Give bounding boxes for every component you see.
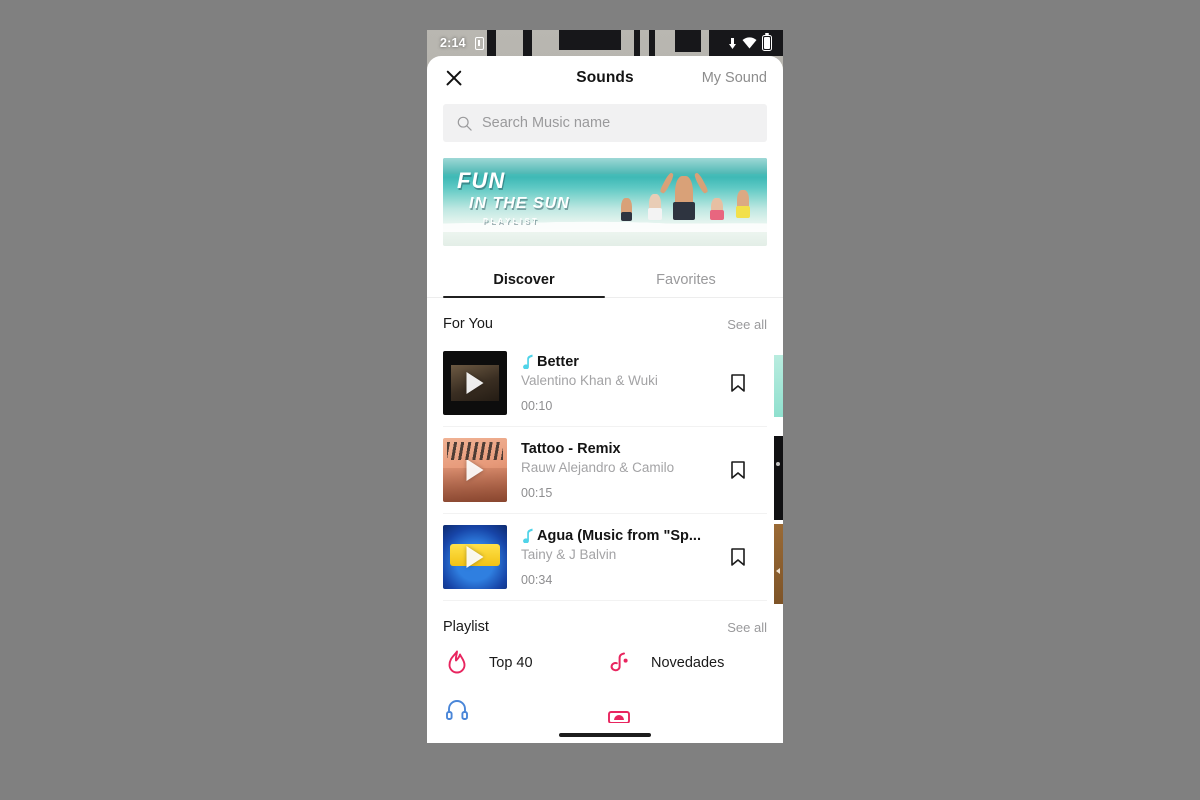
flame-icon bbox=[448, 650, 466, 674]
video-icon bbox=[608, 711, 630, 723]
playlist-item-label: Top 40 bbox=[489, 655, 533, 671]
song-title: Better bbox=[537, 353, 579, 370]
album-art[interactable] bbox=[443, 438, 507, 502]
status-bar-right bbox=[728, 35, 772, 51]
status-clock: 2:14 bbox=[440, 36, 466, 50]
play-icon bbox=[466, 372, 484, 394]
song-duration: 00:10 bbox=[521, 398, 553, 413]
song-artist: Valentino Khan & Wuki bbox=[521, 372, 658, 388]
music-note-icon bbox=[523, 354, 533, 369]
data-transfer-icon bbox=[729, 37, 736, 49]
playlist-item-label: Novedades bbox=[651, 655, 725, 671]
search-icon bbox=[457, 116, 472, 131]
banner-figure bbox=[736, 206, 750, 218]
my-sound-button[interactable]: My Sound bbox=[702, 70, 767, 86]
playlist-header: Playlist See all bbox=[443, 601, 767, 643]
play-icon bbox=[466, 459, 484, 481]
search-bar[interactable] bbox=[443, 104, 767, 142]
close-icon[interactable] bbox=[443, 67, 465, 89]
sounds-sheet: Sounds My Sound Search Music name FUN IN… bbox=[427, 56, 783, 743]
album-art[interactable] bbox=[443, 351, 507, 415]
banner-line-1: FUN bbox=[457, 168, 506, 193]
bookmark-icon[interactable] bbox=[727, 546, 749, 568]
battery-small-icon bbox=[474, 36, 484, 50]
section-title-playlist: Playlist bbox=[443, 619, 489, 635]
banner-sand bbox=[443, 232, 767, 246]
banner-container: FUN IN THE SUN PLAYLIST bbox=[427, 142, 783, 246]
search-input[interactable] bbox=[482, 115, 753, 131]
status-bar: 2:14 bbox=[427, 30, 783, 56]
banner-figure-arm bbox=[659, 171, 675, 195]
banner-text: FUN IN THE SUN PLAYLIST bbox=[457, 170, 570, 225]
battery-icon bbox=[762, 35, 772, 51]
banner-figure-arm bbox=[693, 171, 709, 195]
tab-favorites[interactable]: Favorites bbox=[605, 262, 767, 297]
bookmark-icon[interactable] bbox=[727, 372, 749, 394]
song-row[interactable]: Tattoo - Remix Rauw Alejandro & Camilo 0… bbox=[443, 427, 767, 514]
background-card-mint[interactable] bbox=[774, 355, 783, 417]
song-duration: 00:34 bbox=[521, 572, 553, 587]
playlist-grid: Top 40 Novedades bbox=[443, 643, 767, 723]
song-info: Agua (Music from "Sp... Tainy & J Balvin… bbox=[521, 528, 713, 587]
background-card-wood[interactable] bbox=[774, 524, 783, 604]
home-indicator bbox=[559, 733, 651, 737]
see-all-playlist[interactable]: See all bbox=[727, 620, 767, 635]
search-container bbox=[427, 100, 783, 142]
tab-discover[interactable]: Discover bbox=[443, 262, 605, 298]
playlist-item-partial[interactable] bbox=[605, 695, 767, 723]
banner-line-3: PLAYLIST bbox=[483, 216, 540, 225]
song-artist: Tainy & J Balvin bbox=[521, 546, 617, 562]
sheet-body[interactable]: For You See all Better Valentino Khan & … bbox=[427, 298, 783, 743]
banner-line-2: IN THE SUN bbox=[469, 195, 570, 212]
song-title: Tattoo - Remix bbox=[521, 440, 621, 457]
for-you-header: For You See all bbox=[443, 298, 767, 340]
song-artist: Rauw Alejandro & Camilo bbox=[521, 459, 675, 475]
status-bar-left: 2:14 bbox=[440, 36, 484, 50]
playlist-banner[interactable]: FUN IN THE SUN PLAYLIST bbox=[443, 158, 767, 246]
see-all-for-you[interactable]: See all bbox=[727, 317, 767, 332]
bookmark-icon[interactable] bbox=[727, 459, 749, 481]
song-title: Agua (Music from "Sp... bbox=[537, 527, 701, 544]
song-title-row: Agua (Music from "Sp... bbox=[521, 528, 713, 544]
album-art[interactable] bbox=[443, 525, 507, 589]
song-title-row: Better bbox=[521, 354, 713, 370]
song-title-row: Tattoo - Remix bbox=[521, 441, 713, 457]
playlist-item-novedades[interactable]: Novedades bbox=[605, 649, 767, 677]
playlist-item-top40[interactable]: Top 40 bbox=[443, 649, 605, 677]
play-icon bbox=[466, 546, 484, 568]
song-row[interactable]: Agua (Music from "Sp... Tainy & J Balvin… bbox=[443, 514, 767, 601]
tiktok-note-icon bbox=[610, 652, 628, 672]
wifi-icon bbox=[742, 37, 757, 49]
song-duration: 00:15 bbox=[521, 485, 553, 500]
song-row[interactable]: Better Valentino Khan & Wuki 00:10 bbox=[443, 340, 767, 427]
section-title-for-you: For You bbox=[443, 316, 493, 332]
song-info: Better Valentino Khan & Wuki 00:10 bbox=[521, 354, 713, 413]
headphones-icon bbox=[446, 700, 468, 720]
music-note-icon bbox=[523, 528, 533, 543]
song-info: Tattoo - Remix Rauw Alejandro & Camilo 0… bbox=[521, 441, 713, 500]
sheet-header: Sounds My Sound bbox=[427, 56, 783, 100]
background-card-dark[interactable] bbox=[774, 436, 783, 520]
tab-bar: Discover Favorites bbox=[427, 262, 783, 298]
screenshot-stage: 2:14 Sounds My Sound Search Music name F… bbox=[0, 0, 1200, 800]
phone-screen: 2:14 Sounds My Sound Search Music name F… bbox=[427, 30, 783, 743]
playlist-item-partial[interactable] bbox=[443, 695, 605, 723]
